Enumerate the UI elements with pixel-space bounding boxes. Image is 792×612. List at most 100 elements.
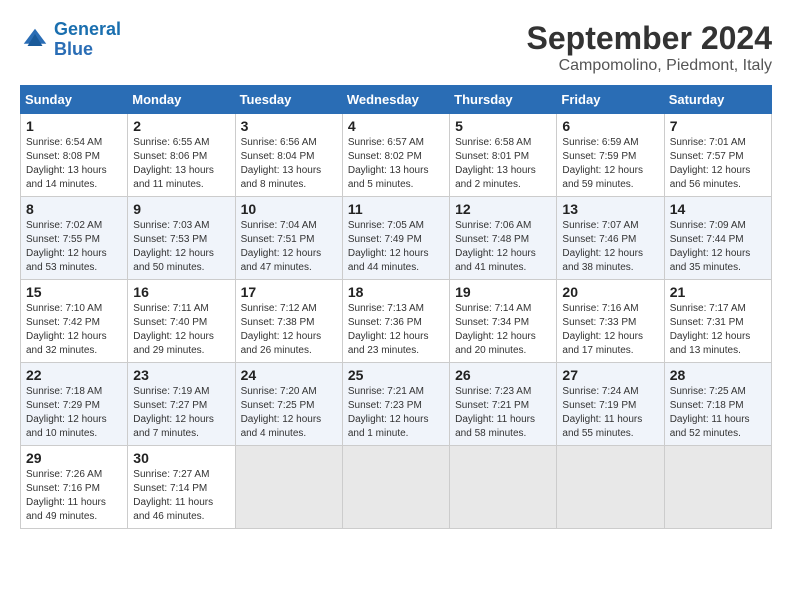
day-info: Sunrise: 7:11 AM Sunset: 7:40 PM Dayligh… [133, 302, 229, 358]
day-cell: 20 Sunrise: 7:16 AM Sunset: 7:33 PM Dayl… [557, 280, 664, 363]
day-number: 16 [133, 284, 229, 300]
day-cell: 15 Sunrise: 7:10 AM Sunset: 7:42 PM Dayl… [21, 280, 128, 363]
day-info: Sunrise: 7:24 AM Sunset: 7:19 PM Dayligh… [562, 385, 658, 441]
day-info: Sunrise: 7:12 AM Sunset: 7:38 PM Dayligh… [241, 302, 337, 358]
title-area: September 2024 Campomolino, Piedmont, It… [527, 20, 772, 75]
day-number: 19 [455, 284, 551, 300]
day-info: Sunrise: 7:21 AM Sunset: 7:23 PM Dayligh… [348, 385, 444, 441]
day-number: 14 [670, 201, 766, 217]
day-info: Sunrise: 7:04 AM Sunset: 7:51 PM Dayligh… [241, 219, 337, 275]
day-number: 11 [348, 201, 444, 217]
day-number: 5 [455, 118, 551, 134]
day-info: Sunrise: 7:16 AM Sunset: 7:33 PM Dayligh… [562, 302, 658, 358]
column-header-saturday: Saturday [664, 86, 771, 114]
day-info: Sunrise: 7:18 AM Sunset: 7:29 PM Dayligh… [26, 385, 122, 441]
day-cell [664, 446, 771, 529]
day-number: 3 [241, 118, 337, 134]
day-cell: 28 Sunrise: 7:25 AM Sunset: 7:18 PM Dayl… [664, 363, 771, 446]
day-cell: 30 Sunrise: 7:27 AM Sunset: 7:14 PM Dayl… [128, 446, 235, 529]
day-cell: 26 Sunrise: 7:23 AM Sunset: 7:21 PM Dayl… [450, 363, 557, 446]
logo-icon [20, 25, 50, 55]
day-cell: 11 Sunrise: 7:05 AM Sunset: 7:49 PM Dayl… [342, 197, 449, 280]
day-number: 15 [26, 284, 122, 300]
day-cell: 5 Sunrise: 6:58 AM Sunset: 8:01 PM Dayli… [450, 114, 557, 197]
day-cell [235, 446, 342, 529]
day-cell: 6 Sunrise: 6:59 AM Sunset: 7:59 PM Dayli… [557, 114, 664, 197]
day-cell: 29 Sunrise: 7:26 AM Sunset: 7:16 PM Dayl… [21, 446, 128, 529]
day-info: Sunrise: 7:01 AM Sunset: 7:57 PM Dayligh… [670, 136, 766, 192]
day-info: Sunrise: 6:55 AM Sunset: 8:06 PM Dayligh… [133, 136, 229, 192]
day-info: Sunrise: 6:54 AM Sunset: 8:08 PM Dayligh… [26, 136, 122, 192]
day-info: Sunrise: 7:10 AM Sunset: 7:42 PM Dayligh… [26, 302, 122, 358]
day-cell: 21 Sunrise: 7:17 AM Sunset: 7:31 PM Dayl… [664, 280, 771, 363]
day-number: 28 [670, 367, 766, 383]
day-number: 26 [455, 367, 551, 383]
week-row-1: 1 Sunrise: 6:54 AM Sunset: 8:08 PM Dayli… [21, 114, 772, 197]
day-info: Sunrise: 7:07 AM Sunset: 7:46 PM Dayligh… [562, 219, 658, 275]
day-cell [342, 446, 449, 529]
logo-general: General [54, 19, 121, 39]
day-number: 7 [670, 118, 766, 134]
day-number: 20 [562, 284, 658, 300]
day-info: Sunrise: 7:17 AM Sunset: 7:31 PM Dayligh… [670, 302, 766, 358]
day-number: 1 [26, 118, 122, 134]
day-number: 21 [670, 284, 766, 300]
day-info: Sunrise: 7:20 AM Sunset: 7:25 PM Dayligh… [241, 385, 337, 441]
day-cell [557, 446, 664, 529]
day-cell: 27 Sunrise: 7:24 AM Sunset: 7:19 PM Dayl… [557, 363, 664, 446]
day-info: Sunrise: 7:05 AM Sunset: 7:49 PM Dayligh… [348, 219, 444, 275]
column-header-wednesday: Wednesday [342, 86, 449, 114]
day-number: 12 [455, 201, 551, 217]
day-number: 4 [348, 118, 444, 134]
day-number: 8 [26, 201, 122, 217]
page-header: General Blue September 2024 Campomolino,… [20, 20, 772, 75]
day-cell: 23 Sunrise: 7:19 AM Sunset: 7:27 PM Dayl… [128, 363, 235, 446]
day-cell: 4 Sunrise: 6:57 AM Sunset: 8:02 PM Dayli… [342, 114, 449, 197]
logo-blue: Blue [54, 40, 121, 60]
day-info: Sunrise: 7:23 AM Sunset: 7:21 PM Dayligh… [455, 385, 551, 441]
column-header-friday: Friday [557, 86, 664, 114]
day-cell: 19 Sunrise: 7:14 AM Sunset: 7:34 PM Dayl… [450, 280, 557, 363]
day-cell [450, 446, 557, 529]
day-cell: 9 Sunrise: 7:03 AM Sunset: 7:53 PM Dayli… [128, 197, 235, 280]
day-info: Sunrise: 7:09 AM Sunset: 7:44 PM Dayligh… [670, 219, 766, 275]
column-header-sunday: Sunday [21, 86, 128, 114]
day-info: Sunrise: 6:59 AM Sunset: 7:59 PM Dayligh… [562, 136, 658, 192]
calendar-table: SundayMondayTuesdayWednesdayThursdayFrid… [20, 85, 772, 529]
day-number: 24 [241, 367, 337, 383]
column-header-monday: Monday [128, 86, 235, 114]
location-title: Campomolino, Piedmont, Italy [527, 57, 772, 75]
day-number: 22 [26, 367, 122, 383]
week-row-3: 15 Sunrise: 7:10 AM Sunset: 7:42 PM Dayl… [21, 280, 772, 363]
day-cell: 8 Sunrise: 7:02 AM Sunset: 7:55 PM Dayli… [21, 197, 128, 280]
day-number: 25 [348, 367, 444, 383]
day-number: 13 [562, 201, 658, 217]
day-cell: 14 Sunrise: 7:09 AM Sunset: 7:44 PM Dayl… [664, 197, 771, 280]
day-cell: 17 Sunrise: 7:12 AM Sunset: 7:38 PM Dayl… [235, 280, 342, 363]
day-info: Sunrise: 6:56 AM Sunset: 8:04 PM Dayligh… [241, 136, 337, 192]
column-header-thursday: Thursday [450, 86, 557, 114]
day-number: 6 [562, 118, 658, 134]
day-info: Sunrise: 7:27 AM Sunset: 7:14 PM Dayligh… [133, 468, 229, 524]
day-cell: 3 Sunrise: 6:56 AM Sunset: 8:04 PM Dayli… [235, 114, 342, 197]
logo: General Blue [20, 20, 121, 60]
day-number: 29 [26, 450, 122, 466]
month-title: September 2024 [527, 20, 772, 57]
day-cell: 12 Sunrise: 7:06 AM Sunset: 7:48 PM Dayl… [450, 197, 557, 280]
day-cell: 13 Sunrise: 7:07 AM Sunset: 7:46 PM Dayl… [557, 197, 664, 280]
day-info: Sunrise: 7:14 AM Sunset: 7:34 PM Dayligh… [455, 302, 551, 358]
day-cell: 25 Sunrise: 7:21 AM Sunset: 7:23 PM Dayl… [342, 363, 449, 446]
day-number: 30 [133, 450, 229, 466]
day-number: 23 [133, 367, 229, 383]
day-number: 18 [348, 284, 444, 300]
day-info: Sunrise: 7:03 AM Sunset: 7:53 PM Dayligh… [133, 219, 229, 275]
day-info: Sunrise: 7:25 AM Sunset: 7:18 PM Dayligh… [670, 385, 766, 441]
logo-text: General Blue [54, 20, 121, 60]
day-info: Sunrise: 7:06 AM Sunset: 7:48 PM Dayligh… [455, 219, 551, 275]
column-header-tuesday: Tuesday [235, 86, 342, 114]
day-cell: 1 Sunrise: 6:54 AM Sunset: 8:08 PM Dayli… [21, 114, 128, 197]
day-cell: 16 Sunrise: 7:11 AM Sunset: 7:40 PM Dayl… [128, 280, 235, 363]
day-number: 17 [241, 284, 337, 300]
day-cell: 22 Sunrise: 7:18 AM Sunset: 7:29 PM Dayl… [21, 363, 128, 446]
day-number: 9 [133, 201, 229, 217]
